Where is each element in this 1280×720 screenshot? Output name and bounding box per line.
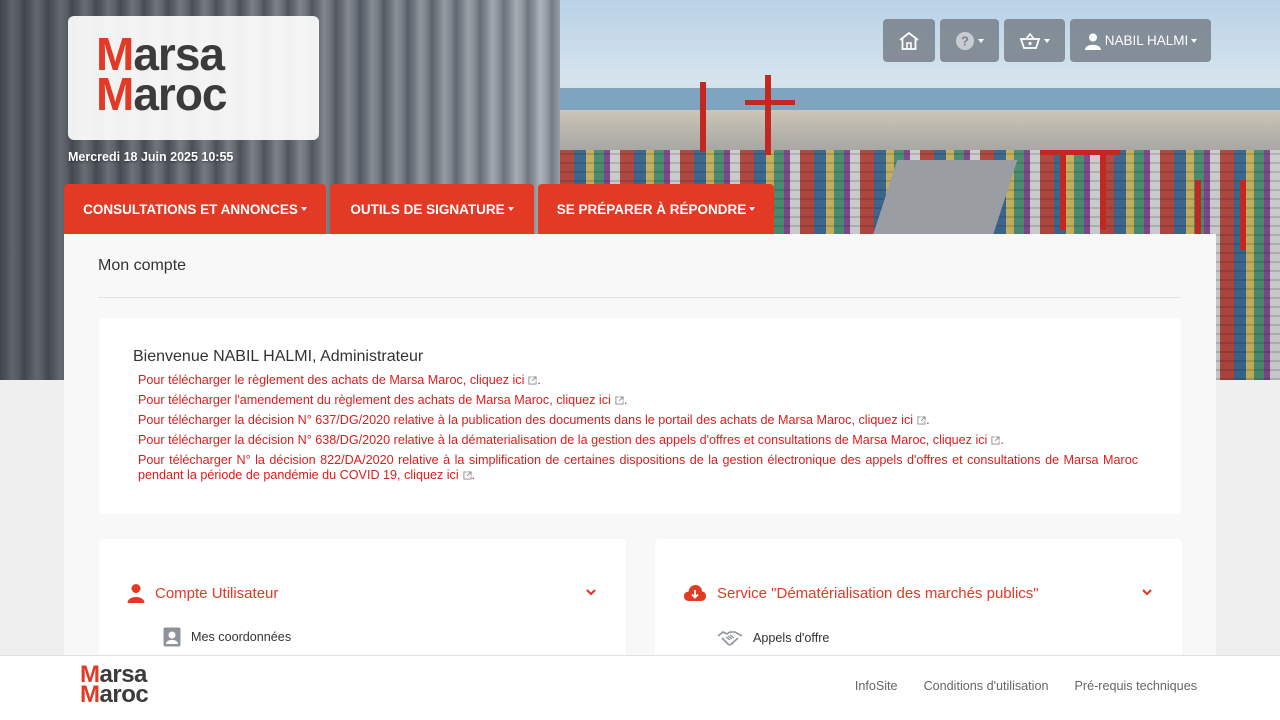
home-button[interactable] xyxy=(883,19,935,62)
hero-crane xyxy=(1100,150,1106,230)
help-circle-icon: ? xyxy=(956,31,974,50)
chevron-down-icon[interactable] xyxy=(584,585,598,599)
download-link-item: Pour télécharger le règlement des achats… xyxy=(138,373,541,387)
logo-card[interactable]: Marsa Maroc xyxy=(68,16,319,140)
external-link-icon xyxy=(463,471,472,480)
current-date: Mercredi 18 Juin 2025 10:55 xyxy=(68,150,234,164)
tab-se-preparer-a-repondre[interactable]: SE PRÉPARER À RÉPONDRE xyxy=(538,184,774,234)
tab-label: SE PRÉPARER À RÉPONDRE xyxy=(556,201,747,217)
tab-outils-de-signature[interactable]: OUTILS DE SIGNATURE xyxy=(330,184,534,234)
tab-consultations-et-annonces[interactable]: CONSULTATIONS ET ANNONCES xyxy=(64,184,326,234)
hero-crane xyxy=(1240,180,1246,250)
handshake-icon xyxy=(717,631,743,646)
welcome-card: Bienvenue NABIL HALMI, Administrateur Po… xyxy=(99,318,1181,514)
caret-down-icon xyxy=(300,207,307,211)
id-card-icon xyxy=(163,627,181,647)
basket-icon xyxy=(1019,32,1041,49)
calls-for-tender-link[interactable]: Appels d'offre xyxy=(717,628,829,648)
external-link-icon xyxy=(615,396,624,405)
logo-line2-rest: aroc xyxy=(99,681,149,708)
caret-down-icon xyxy=(507,207,514,211)
download-link[interactable]: cliquez ici xyxy=(933,433,988,447)
hero-crane xyxy=(765,75,771,155)
welcome-message: Bienvenue NABIL HALMI, Administrateur xyxy=(133,348,424,365)
main-panel: Mon compte Bienvenue NABIL HALMI, Admini… xyxy=(64,234,1216,720)
user-menu-button[interactable]: NABIL HALMI xyxy=(1070,19,1211,62)
download-link-text: Pour télécharger l'amendement du règleme… xyxy=(138,393,553,407)
footer-link-prerequis[interactable]: Pré-requis techniques xyxy=(1074,679,1197,693)
download-link-text: Pour télécharger le règlement des achats… xyxy=(138,373,467,387)
caret-down-icon xyxy=(1044,38,1050,43)
footer: Marsa Maroc InfoSite Conditions d'utilis… xyxy=(0,655,1280,720)
logo: Marsa Maroc xyxy=(96,31,296,124)
title-divider xyxy=(98,297,1181,298)
hero-crane xyxy=(700,82,706,152)
caret-down-icon xyxy=(1191,38,1198,43)
user-icon xyxy=(1084,33,1101,50)
card-title: Compte Utilisateur xyxy=(155,584,279,602)
download-link[interactable]: cliquez ici xyxy=(858,413,913,427)
download-link[interactable]: cliquez ici xyxy=(404,468,459,482)
card-title: Service "Dématérialisation des marchés p… xyxy=(717,584,1039,602)
external-link-icon xyxy=(917,416,926,425)
download-link[interactable]: cliquez ici xyxy=(470,373,525,387)
download-links-list: Pour télécharger le règlement des achats… xyxy=(138,373,1138,488)
hero-crane-arm xyxy=(745,100,795,105)
dematerialisation-card-header[interactable]: Service "Dématérialisation des marchés p… xyxy=(683,581,1154,605)
home-icon xyxy=(899,31,919,50)
account-card-header[interactable]: Compte Utilisateur xyxy=(127,581,598,605)
help-menu-button[interactable]: ? xyxy=(940,19,999,62)
footer-logo[interactable]: Marsa Maroc xyxy=(80,663,149,708)
logo-letter-m2: M xyxy=(96,68,134,120)
my-details-link[interactable]: Mes coordonnées xyxy=(163,627,291,647)
user-icon xyxy=(127,584,145,603)
download-link[interactable]: cliquez ici xyxy=(556,393,611,407)
basket-menu-button[interactable] xyxy=(1004,19,1065,62)
download-link-item: Pour télécharger N° la décision 822/DA/2… xyxy=(138,453,1138,482)
external-link-icon xyxy=(991,436,1000,445)
chevron-down-icon[interactable] xyxy=(1140,585,1154,599)
download-link-item: Pour télécharger la décision N° 638/DG/2… xyxy=(138,433,1004,447)
download-link-item: Pour télécharger l'amendement du règleme… xyxy=(138,393,628,407)
footer-link-conditions[interactable]: Conditions d'utilisation xyxy=(924,679,1049,693)
card-item-label: Appels d'offre xyxy=(753,631,830,645)
external-link-icon xyxy=(528,376,537,385)
download-link-text: Pour télécharger N° la décision 822/DA/2… xyxy=(138,453,1138,482)
download-link-text: Pour télécharger la décision N° 638/DG/2… xyxy=(138,433,930,447)
footer-link-infosite[interactable]: InfoSite xyxy=(855,679,898,693)
svg-text:?: ? xyxy=(961,33,969,48)
download-link-text: Pour télécharger la décision N° 637/DG/2… xyxy=(138,413,855,427)
hero-crane xyxy=(1060,150,1066,230)
cloud-download-icon xyxy=(684,585,706,601)
logo-line2-rest: aroc xyxy=(133,68,227,120)
card-item-label: Mes coordonnées xyxy=(191,630,292,644)
caret-down-icon xyxy=(978,38,984,43)
download-link-item: Pour télécharger la décision N° 637/DG/2… xyxy=(138,413,930,427)
user-name: NABIL HALMI xyxy=(1104,33,1189,48)
caret-down-icon xyxy=(749,207,756,211)
logo-letter-m2: M xyxy=(80,681,100,708)
footer-links: InfoSite Conditions d'utilisation Pré-re… xyxy=(855,679,1197,693)
hero-crane-arm xyxy=(1040,150,1120,155)
tab-label: OUTILS DE SIGNATURE xyxy=(350,201,505,217)
hero-sea xyxy=(560,88,1280,110)
page-title: Mon compte xyxy=(98,257,187,274)
tab-label: CONSULTATIONS ET ANNONCES xyxy=(83,201,298,217)
